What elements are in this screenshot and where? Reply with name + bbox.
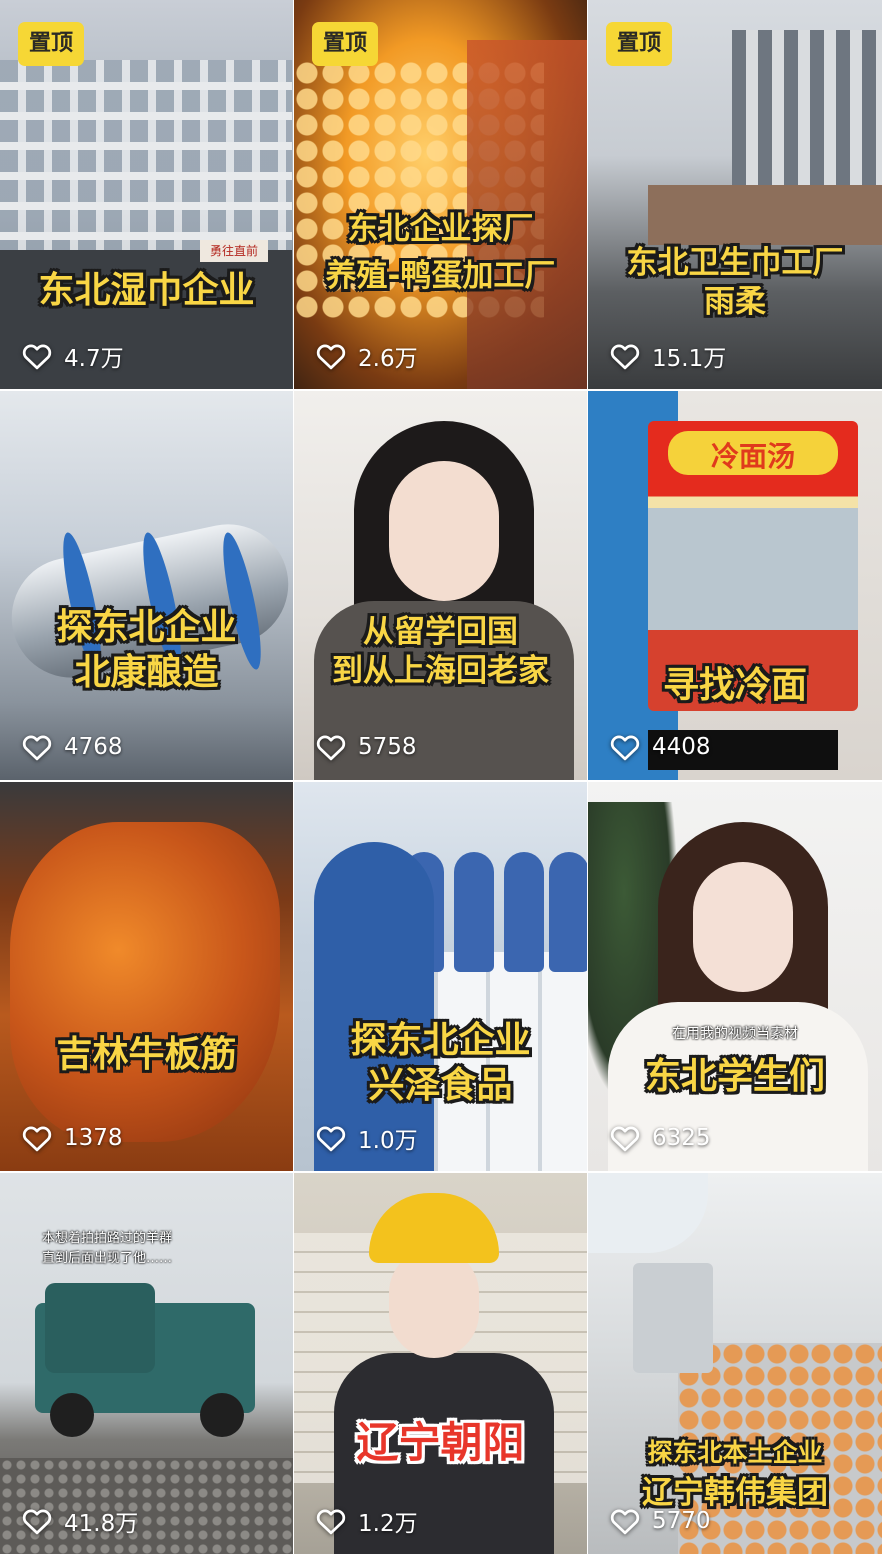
like-count-value: 15.1万 [652,346,727,372]
heart-outline-icon [316,735,346,761]
video-subtitle: 在用我的视频当素材 [672,1026,798,1042]
pinned-badge: 置顶 [606,22,673,66]
caption-line: 东北企业探厂 [347,211,534,247]
like-count-value: 1.2万 [358,1511,418,1537]
heart-outline-icon [22,1126,52,1152]
caption-line: 东北卫生巾工厂 [626,245,844,281]
like-count: 5758 [316,730,417,764]
caption-line: 东北湿巾企业 [38,270,255,311]
video-caption: 探东北本土企业 辽宁韩伟集团 [588,1437,882,1513]
video-thumbnail [0,782,293,1171]
caption-line: 养殖-鸭蛋加工厂 [325,257,556,294]
caption-line: 探东北本土企业 [647,1438,823,1467]
video-tile-3[interactable]: 置顶 东北卫生巾工厂 雨柔 15.1万 [588,0,882,389]
caption-line: 东北学生们 [644,1056,825,1097]
caption-line: 吉林牛板筋 [56,1034,237,1075]
note-line: 直到后面出现了他…… [42,1251,173,1266]
like-count: 41.8万 [22,1504,138,1538]
heart-outline-icon [610,1509,640,1535]
caption-line: 北康酿造 [74,652,219,693]
like-count-value: 5758 [358,734,417,760]
caption-line: 寻找冷面 [662,665,807,706]
like-count: 15.1万 [610,339,726,373]
heart-outline-icon [610,735,640,761]
caption-line: 从留学回国 [363,614,518,650]
video-grid: 勇往直前 置顶 东北湿巾企业 4.7万 置顶 东北企业探厂 养殖-鸭蛋加工厂 2… [0,0,882,1554]
video-thumbnail [588,782,882,1171]
video-caption: 东北卫生巾工厂 雨柔 [588,244,882,322]
pinned-badge: 置顶 [18,22,85,66]
video-caption: 东北企业探厂 养殖-鸭蛋加工厂 [294,210,587,296]
video-caption: 寻找冷面 [588,663,882,708]
video-thumbnail [294,391,587,780]
like-count: 1.2万 [316,1504,418,1538]
caption-line: 雨柔 [704,283,766,320]
like-count: 4768 [22,730,123,764]
like-count-value: 4768 [64,734,123,760]
like-count: 4408 [610,730,711,764]
like-count-value: 2.6万 [358,346,418,372]
video-tile-12[interactable]: 探东北本土企业 辽宁韩伟集团 5770 [588,1173,882,1554]
heart-outline-icon [610,344,640,370]
heart-outline-icon [610,1126,640,1152]
video-thumbnail [0,391,293,780]
video-tile-2[interactable]: 置顶 东北企业探厂 养殖-鸭蛋加工厂 2.6万 [294,0,587,389]
video-caption: 东北学生们 [588,1054,882,1099]
like-count-value: 41.8万 [64,1511,139,1537]
caption-line: 到从上海回老家 [332,652,549,689]
like-count-value: 4408 [652,734,711,760]
caption-line: 兴泽食品 [368,1065,513,1106]
caption-line: 辽宁朝阳 [356,1418,525,1467]
video-caption: 东北湿巾企业 [0,268,293,313]
like-count-value: 1378 [64,1125,123,1151]
like-count-value: 4.7万 [64,346,124,372]
like-count-value: 5770 [652,1508,711,1534]
like-count: 6325 [610,1121,711,1155]
heart-outline-icon [22,1509,52,1535]
like-count-value: 6325 [652,1125,711,1151]
caption-line: 探东北企业 [56,607,237,648]
like-count: 2.6万 [316,339,418,373]
video-tile-1[interactable]: 勇往直前 置顶 东北湿巾企业 4.7万 [0,0,293,389]
pinned-badge: 置顶 [312,22,379,66]
note-line: 本想着拍拍路过的羊群 [42,1231,173,1246]
video-tile-8[interactable]: 探东北企业 兴泽食品 1.0万 [294,782,587,1171]
video-caption: 探东北企业 兴泽食品 [294,1018,587,1108]
like-count: 4.7万 [22,339,124,373]
video-tile-6[interactable]: 冷面汤 寻找冷面 4408 [588,391,882,780]
heart-outline-icon [316,1509,346,1535]
thumbnail-sign-text: 勇往直前 [200,240,268,262]
heart-outline-icon [316,344,346,370]
heart-outline-icon [22,735,52,761]
video-thumbnail: 冷面汤 [588,391,882,780]
caption-line: 探东北企业 [350,1020,531,1061]
package-title-text: 冷面汤 [710,440,795,473]
video-caption: 探东北企业 北康酿造 [0,605,293,695]
video-note: 本想着拍拍路过的羊群 直到后面出现了他…… [42,1229,172,1269]
like-count-value: 1.0万 [358,1128,418,1154]
video-thumbnail [294,1173,587,1554]
video-tile-9[interactable]: 在用我的视频当素材 东北学生们 6325 [588,782,882,1171]
like-count: 1.0万 [316,1121,418,1155]
video-thumbnail [294,782,587,1171]
video-tile-11[interactable]: 辽宁朝阳 1.2万 [294,1173,587,1554]
video-tile-7[interactable]: 吉林牛板筋 1378 [0,782,293,1171]
like-count: 1378 [22,1121,123,1155]
video-tile-4[interactable]: 探东北企业 北康酿造 4768 [0,391,293,780]
video-caption: 辽宁朝阳 [294,1417,587,1470]
like-count: 5770 [610,1504,711,1538]
video-caption: 从留学回国 到从上海回老家 [294,613,587,691]
heart-outline-icon [22,344,52,370]
video-caption: 吉林牛板筋 [0,1032,293,1077]
heart-outline-icon [316,1126,346,1152]
video-tile-10[interactable]: 本想着拍拍路过的羊群 直到后面出现了他…… 41.8万 [0,1173,293,1554]
video-tile-5[interactable]: 从留学回国 到从上海回老家 5758 [294,391,587,780]
